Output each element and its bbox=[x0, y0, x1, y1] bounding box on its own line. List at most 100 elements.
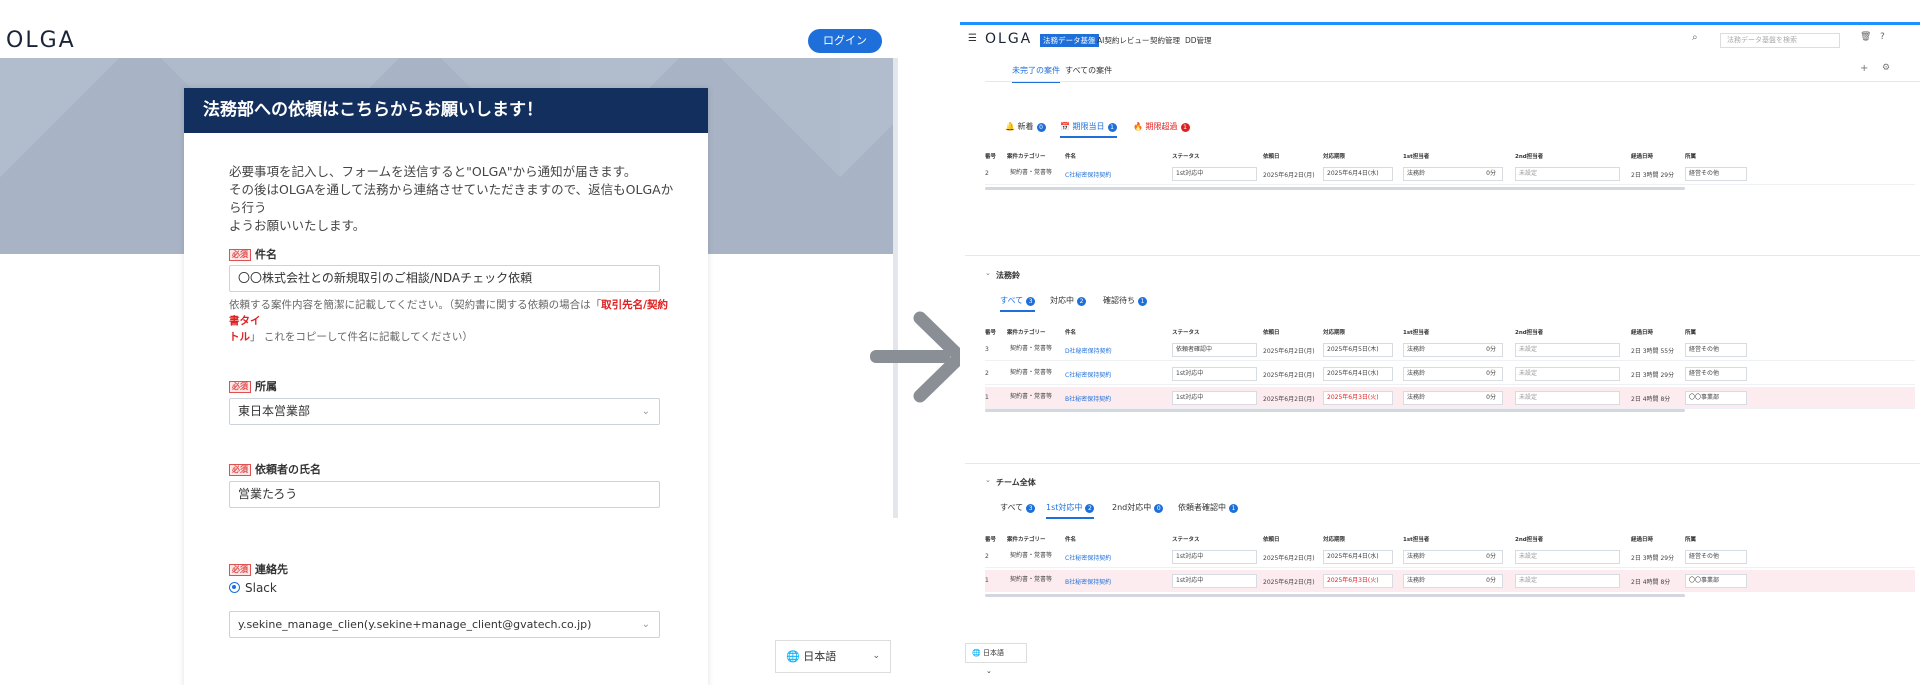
category-select[interactable]: 契約書・覚書等 bbox=[1007, 343, 1059, 357]
second-assignee-select[interactable]: 未設定 bbox=[1515, 574, 1620, 588]
filter-legal-waiting[interactable]: 確認待ち 1 bbox=[1103, 295, 1147, 306]
dept-select[interactable]: 東日本営業部 ⌄ bbox=[229, 398, 660, 425]
olga-logo: OLGA bbox=[6, 28, 76, 53]
case-title-link[interactable]: C社秘密保持契約 bbox=[1065, 370, 1111, 379]
table-row[interactable]: 2 契約書・覚書等 C社秘密保持契約 1st対応中 2025年6月2日(月) 2025年6… bbox=[985, 363, 1915, 385]
subject-help: 依頼する案件内容を簡潔に記載してください。（契約書に関する依頼の場合は「取引先名… bbox=[229, 299, 668, 343]
chevron-down-icon: ⌄ bbox=[641, 406, 650, 417]
language-select[interactable]: 🌐 日本語 ⌄ bbox=[775, 640, 891, 673]
category-select[interactable]: 契約書・覚書等 bbox=[1007, 167, 1059, 181]
trash-icon[interactable]: 🗑 bbox=[1860, 32, 1871, 42]
status-select[interactable]: 1st対応中 bbox=[1172, 574, 1257, 588]
first-assignee-select[interactable]: 法務鈴 0分 bbox=[1403, 391, 1503, 405]
table-row[interactable]: 2 契約書・覚書等 C社秘密保持契約 1st対応中 2025年6月2日(月) 2025年6… bbox=[985, 546, 1915, 568]
due-date-input[interactable]: 2025年6月4日(水) bbox=[1323, 167, 1393, 181]
table-header: 番号 案件カテゴリー 件名 ステータス 依頼日 対応期限 1st担当者 2nd担… bbox=[985, 537, 1697, 543]
first-assignee-select[interactable]: 法務鈴 0分 bbox=[1403, 574, 1503, 588]
due-date-input[interactable]: 2025年6月4日(水) bbox=[1323, 367, 1393, 381]
nav-dd-mgmt[interactable]: DD管理 bbox=[1185, 35, 1212, 46]
filter-legal-all[interactable]: すべて 3 bbox=[1000, 295, 1036, 312]
request-date: 2025年6月2日(月) bbox=[1263, 579, 1315, 586]
first-assignee-select[interactable]: 法務鈴 0分 bbox=[1403, 343, 1503, 357]
first-assignee-select[interactable]: 法務鈴 0分 bbox=[1403, 167, 1503, 181]
dept-select[interactable]: 経営その他 bbox=[1685, 167, 1747, 181]
nav-legal-data[interactable]: 法務データ基盤 bbox=[1040, 34, 1099, 47]
scrollbar[interactable] bbox=[893, 58, 898, 518]
add-icon[interactable]: + bbox=[1860, 63, 1868, 74]
contact-select[interactable]: y.sekine_manage_clien(y.sekine+manage_cl… bbox=[229, 611, 660, 638]
search-icon: ⌕ bbox=[1692, 32, 1698, 43]
filter-team-first[interactable]: 1st対応中 2 bbox=[1046, 502, 1095, 519]
first-assignee-select[interactable]: 法務鈴 0分 bbox=[1403, 550, 1503, 564]
contact-radio-slack[interactable]: Slack bbox=[229, 581, 277, 595]
nav-contract-mgmt[interactable]: 契約管理 bbox=[1150, 35, 1180, 46]
filter-team-requester[interactable]: 依頼者確認中 1 bbox=[1178, 502, 1238, 513]
status-select[interactable]: 1st対応中 bbox=[1172, 391, 1257, 405]
case-title-link[interactable]: C社秘密保持契約 bbox=[1065, 170, 1111, 179]
due-date-input[interactable]: 2025年6月3日(火) bbox=[1323, 574, 1393, 588]
case-title-link[interactable]: D社秘密保持契約 bbox=[1065, 346, 1112, 355]
case-title-link[interactable]: B社秘密保持契約 bbox=[1065, 577, 1111, 586]
category-select[interactable]: 契約書・覚書等 bbox=[1007, 391, 1059, 405]
horizontal-scrollbar[interactable] bbox=[985, 187, 1685, 190]
elapsed-time: 2日 3時間 55分 bbox=[1631, 348, 1675, 355]
search-input[interactable]: 法務データ基盤を検索 bbox=[1720, 33, 1840, 48]
due-date-input[interactable]: 2025年6月4日(水) bbox=[1323, 550, 1393, 564]
category-select[interactable]: 契約書・覚書等 bbox=[1007, 367, 1059, 381]
dept-select[interactable]: 経営その他 bbox=[1685, 367, 1747, 381]
second-assignee-select[interactable]: 未設定 bbox=[1515, 343, 1620, 357]
menu-icon[interactable]: ☰ bbox=[968, 33, 977, 44]
case-number: 1 bbox=[985, 577, 989, 584]
filter-legal-in-progress[interactable]: 対応中 2 bbox=[1050, 295, 1086, 306]
collapse-icon[interactable]: ⌄ bbox=[985, 269, 991, 277]
status-select[interactable]: 依頼者確認中 bbox=[1172, 343, 1257, 357]
table-row[interactable]: 1 契約書・覚書等 B社秘密保持契約 1st対応中 2025年6月2日(月) 2025年6… bbox=[985, 387, 1915, 409]
nav-ai-review[interactable]: AI契約レビュー bbox=[1097, 35, 1149, 46]
category-select[interactable]: 契約書・覚書等 bbox=[1007, 574, 1059, 588]
table-row[interactable]: 2 契約書・覚書等 C社秘密保持契約 1st対応中 2025年6月2日(月) 2025年6… bbox=[985, 163, 1915, 185]
request-date: 2025年6月2日(月) bbox=[1263, 172, 1315, 179]
second-assignee-select[interactable]: 未設定 bbox=[1515, 167, 1620, 181]
filter-team-second[interactable]: 2nd対応中 0 bbox=[1112, 502, 1164, 513]
horizontal-scrollbar[interactable] bbox=[985, 594, 1685, 597]
dept-select[interactable]: 経営その他 bbox=[1685, 343, 1747, 357]
filter-due-today[interactable]: 📅 期限当日 1 bbox=[1060, 121, 1117, 138]
form-title: 法務部への依頼はこちらからお願いします！ bbox=[184, 88, 708, 133]
top-bar: OLGA ログイン bbox=[0, 0, 898, 58]
dept-select[interactable]: 経営その他 bbox=[1685, 550, 1747, 564]
elapsed-time: 2日 3時間 29分 bbox=[1631, 555, 1675, 562]
login-button[interactable]: ログイン bbox=[808, 29, 882, 53]
status-select[interactable]: 1st対応中 bbox=[1172, 367, 1257, 381]
table-row[interactable]: 3 契約書・覚書等 D社秘密保持契約 依頼者確認中 2025年6月2日(月) 2025年6… bbox=[985, 339, 1915, 361]
collapse-icon[interactable]: ⌄ bbox=[985, 476, 991, 484]
radio-selected-icon bbox=[229, 582, 240, 593]
due-date-input[interactable]: 2025年6月5日(木) bbox=[1323, 343, 1393, 357]
second-assignee-select[interactable]: 未設定 bbox=[1515, 367, 1620, 381]
due-date-input[interactable]: 2025年6月3日(火) bbox=[1323, 391, 1393, 405]
help-icon[interactable]: ? bbox=[1880, 32, 1885, 42]
elapsed-time: 2日 3時間 29分 bbox=[1631, 172, 1675, 179]
subject-input[interactable]: 〇〇株式会社との新規取引のご相談/NDAチェック依頼 bbox=[229, 265, 660, 292]
settings-icon[interactable]: ⚙ bbox=[1882, 63, 1890, 73]
second-assignee-select[interactable]: 未設定 bbox=[1515, 391, 1620, 405]
requester-name-input[interactable]: 営業たろう bbox=[229, 481, 660, 508]
elapsed-time: 2日 4時間 8分 bbox=[1631, 396, 1671, 403]
table-row[interactable]: 1 契約書・覚書等 B社秘密保持契約 1st対応中 2025年6月2日(月) 2025年6… bbox=[985, 570, 1915, 592]
status-select[interactable]: 1st対応中 bbox=[1172, 550, 1257, 564]
horizontal-scrollbar[interactable] bbox=[985, 409, 1685, 412]
category-select[interactable]: 契約書・覚書等 bbox=[1007, 550, 1059, 564]
dept-select[interactable]: 〇〇事業部 bbox=[1685, 391, 1747, 405]
language-select[interactable]: 🌐 日本語 ⌄ bbox=[965, 643, 1027, 675]
filter-team-all[interactable]: すべて 3 bbox=[1000, 502, 1036, 513]
case-title-link[interactable]: C社秘密保持契約 bbox=[1065, 553, 1111, 562]
filter-overdue[interactable]: 🔥 期限超過 1 bbox=[1133, 121, 1190, 132]
elapsed-time: 2日 3時間 29分 bbox=[1631, 372, 1675, 379]
status-select[interactable]: 1st対応中 bbox=[1172, 167, 1257, 181]
dept-select[interactable]: 〇〇事業部 bbox=[1685, 574, 1747, 588]
case-title-link[interactable]: B社秘密保持契約 bbox=[1065, 394, 1111, 403]
filter-new[interactable]: 🔔 新着 0 bbox=[1005, 121, 1046, 132]
tab-all[interactable]: すべての案件 bbox=[1065, 65, 1112, 76]
chevron-down-icon: ⌄ bbox=[872, 651, 880, 661]
first-assignee-select[interactable]: 法務鈴 0分 bbox=[1403, 367, 1503, 381]
second-assignee-select[interactable]: 未設定 bbox=[1515, 550, 1620, 564]
